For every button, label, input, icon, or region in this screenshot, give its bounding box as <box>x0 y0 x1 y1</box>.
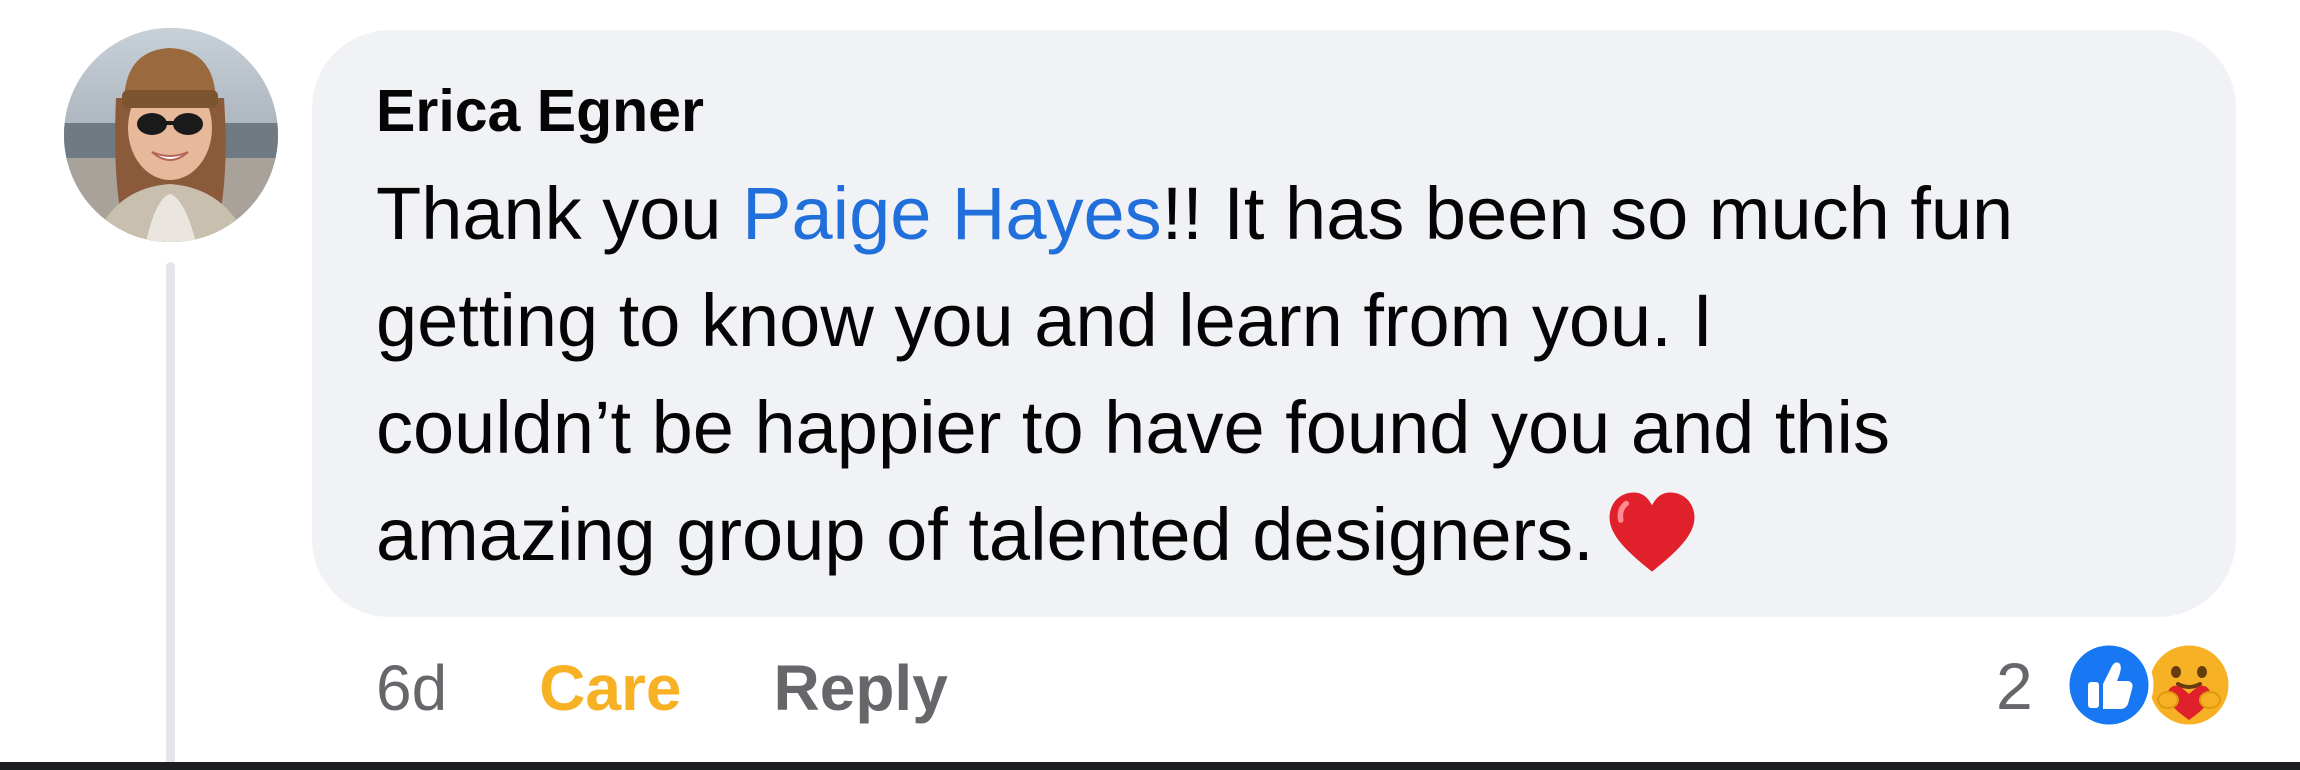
comment-author[interactable]: Erica Egner <box>376 76 704 146</box>
mention-link[interactable]: Paige Hayes <box>742 172 1162 255</box>
comment-actions: 6d Care Reply <box>376 648 948 728</box>
comment-line-1-rest: !! It has been so much fun <box>1161 172 2014 255</box>
reply-thread-line <box>166 262 175 770</box>
red-heart-icon <box>1609 492 1695 572</box>
comment-page: Erica Egner Thank you Paige Hayes!! It h… <box>0 0 2300 770</box>
comment-text-before-mention: Thank you <box>376 172 743 255</box>
avatar-photo <box>64 28 278 242</box>
reaction-summary[interactable]: 2 <box>1996 640 2236 732</box>
like-icon <box>2064 640 2154 730</box>
reaction-count: 2 <box>1996 649 2033 723</box>
comment-line-2: getting to know you and learn from you. … <box>376 279 1713 362</box>
care-reaction-button[interactable]: Care <box>539 652 681 724</box>
comment-text: Thank you Paige Hayes!! It has been so m… <box>376 160 2206 588</box>
comment-line-1: Thank you Paige Hayes!! It has been so m… <box>376 160 2206 267</box>
comment-timestamp[interactable]: 6d <box>376 652 447 724</box>
care-icon <box>2144 640 2234 730</box>
avatar[interactable] <box>64 28 278 242</box>
bottom-divider <box>0 762 2300 770</box>
comment-line-3: couldn’t be happier to have found you an… <box>376 386 1891 469</box>
comment-line-4: amazing group of talented designers. <box>376 481 2206 588</box>
comment-line-4-text: amazing group of talented designers. <box>376 493 1594 576</box>
reply-button[interactable]: Reply <box>774 652 948 724</box>
